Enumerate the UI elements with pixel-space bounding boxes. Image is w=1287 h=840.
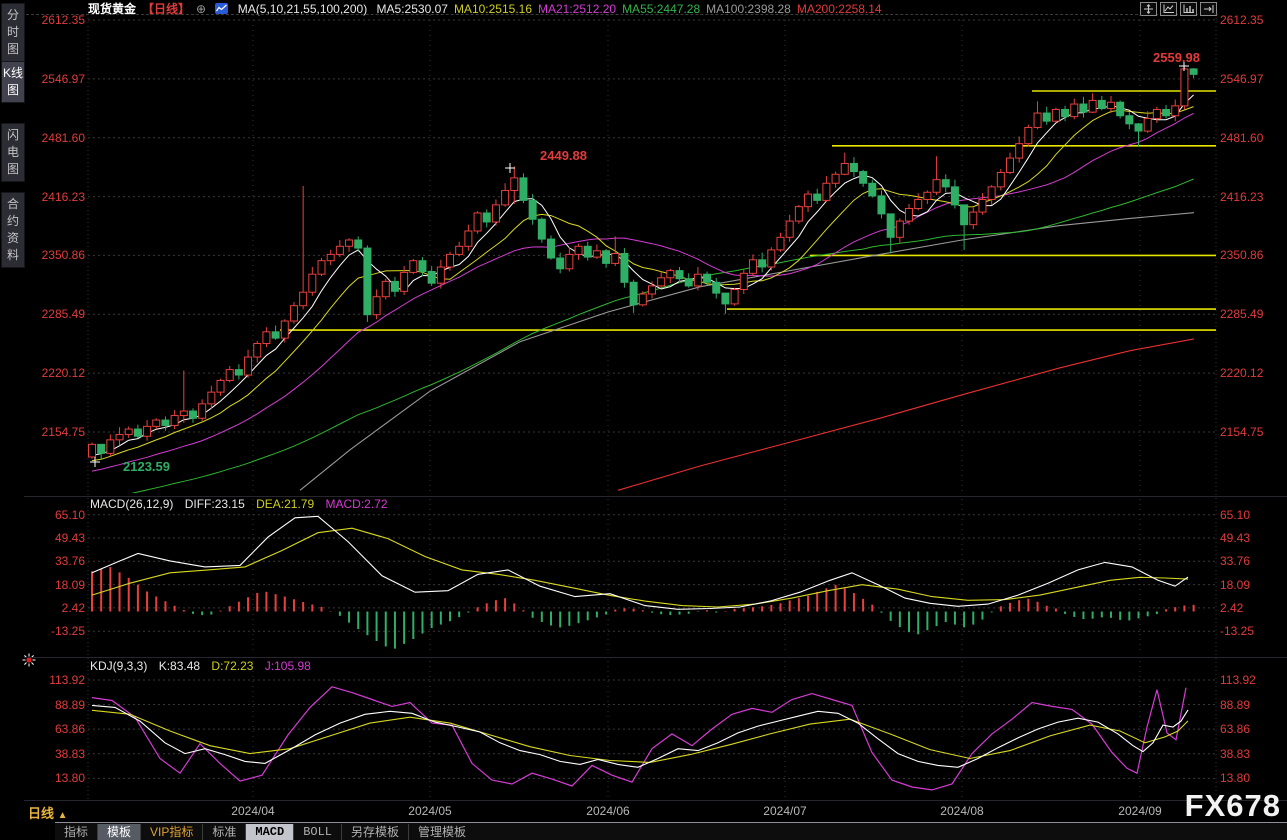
tab-BOLL[interactable]: BOLL xyxy=(293,824,341,840)
macd-axis-label-right: -13.25 xyxy=(1220,624,1284,638)
macd-histogram xyxy=(92,567,1194,649)
tab-另存模板[interactable]: 另存模板 xyxy=(341,824,408,840)
kdj-axis-label-right: 113.92 xyxy=(1220,673,1284,687)
date-label-2024/05: 2024/05 xyxy=(398,804,462,818)
tab-管理模板[interactable]: 管理模板 xyxy=(408,824,475,840)
kdj-axis-label-left: 113.92 xyxy=(27,673,85,687)
macd-axis-label-right: 2.42 xyxy=(1220,601,1284,615)
kdj-axis-label-right: 88.89 xyxy=(1220,698,1284,712)
date-label-2024/09: 2024/09 xyxy=(1108,804,1172,818)
price-axis-label-right: 2416.23 xyxy=(1220,190,1284,204)
chevron-up-icon: ▲ xyxy=(58,810,68,821)
price-axis-label-right: 2220.12 xyxy=(1220,366,1284,380)
kdj-axis-label-left: 63.86 xyxy=(27,722,85,736)
price-axis-label-right: 2154.75 xyxy=(1220,425,1284,439)
watermark: FX678 xyxy=(1185,788,1281,824)
price-axis-label-right: 2481.60 xyxy=(1220,131,1284,145)
period-selector[interactable]: 日线 ▲ xyxy=(28,803,68,822)
tab-VIP指标[interactable]: VIP指标 xyxy=(140,824,202,840)
macd-axis-label-left: 49.43 xyxy=(27,531,85,545)
axis-separator xyxy=(24,800,1287,801)
macd-axis-label-left: 65.10 xyxy=(27,508,85,522)
kdj-lines xyxy=(92,687,1188,790)
price-mark: 2449.88 xyxy=(540,148,587,163)
kdj-axis-label-right: 13.80 xyxy=(1220,771,1284,785)
price-axis-label-left: 2546.97 xyxy=(27,72,85,86)
price-axis-label-left: 2220.12 xyxy=(27,366,85,380)
kdj-axis-label-left: 38.83 xyxy=(27,747,85,761)
price-axis-label-right: 2546.97 xyxy=(1220,72,1284,86)
kdj-axis-label-right: 63.86 xyxy=(1220,722,1284,736)
candles-layer xyxy=(89,67,1198,460)
macd-axis-label-right: 65.10 xyxy=(1220,508,1284,522)
price-axis-label-left: 2154.75 xyxy=(27,425,85,439)
tab-指标[interactable]: 指标 xyxy=(55,824,97,840)
price-mark: 2559.98 xyxy=(1153,50,1200,65)
support-resistance-levels xyxy=(280,91,1216,330)
macd-axis-label-left: 18.09 xyxy=(27,578,85,592)
date-label-2024/07: 2024/07 xyxy=(753,804,817,818)
price-axis-label-left: 2612.35 xyxy=(27,13,85,27)
chart-application: 分时图K线图闪电图合约资料 现货黄金【日线】⊕ MA(5,10,21,55,10… xyxy=(0,0,1287,840)
price-axis-label-left: 2481.60 xyxy=(27,131,85,145)
price-annotations: 2559.98 2449.88 2123.59 xyxy=(90,50,1200,474)
tab-模板[interactable]: 模板 xyxy=(97,824,140,840)
pane-separator xyxy=(24,657,1287,658)
date-label-2024/04: 2024/04 xyxy=(221,804,285,818)
macd-axis-label-left: 33.76 xyxy=(27,554,85,568)
tab-MACD[interactable]: MACD xyxy=(245,824,293,840)
date-label-2024/06: 2024/06 xyxy=(576,804,640,818)
price-axis-label-left: 2350.86 xyxy=(27,248,85,262)
macd-axis-label-left: 2.42 xyxy=(27,601,85,615)
macd-axis-label-right: 18.09 xyxy=(1220,578,1284,592)
date-label-2024/08: 2024/08 xyxy=(930,804,994,818)
kdj-axis-label-left: 88.89 xyxy=(27,698,85,712)
kdj-axis-label-left: 13.80 xyxy=(27,771,85,785)
pane-separator xyxy=(24,496,1287,497)
tab-标准[interactable]: 标准 xyxy=(202,824,245,840)
macd-axis-label-left: -13.25 xyxy=(27,624,85,638)
price-mark: 2123.59 xyxy=(123,459,170,474)
price-axis-label-right: 2350.86 xyxy=(1220,248,1284,262)
chart-canvas[interactable]: 2559.98 2449.88 2123.59 xyxy=(0,0,1287,840)
price-axis-label-right: 2612.35 xyxy=(1220,13,1284,27)
price-axis-label-left: 2285.49 xyxy=(27,307,85,321)
kdj-axis-label-right: 38.83 xyxy=(1220,747,1284,761)
price-axis-label-right: 2285.49 xyxy=(1220,307,1284,321)
price-axis-label-left: 2416.23 xyxy=(27,190,85,204)
macd-axis-label-right: 33.76 xyxy=(1220,554,1284,568)
macd-axis-label-right: 49.43 xyxy=(1220,531,1284,545)
bottom-tabbar: 指标模板VIP指标标准MACDBOLL另存模板管理模板 xyxy=(55,822,1287,840)
